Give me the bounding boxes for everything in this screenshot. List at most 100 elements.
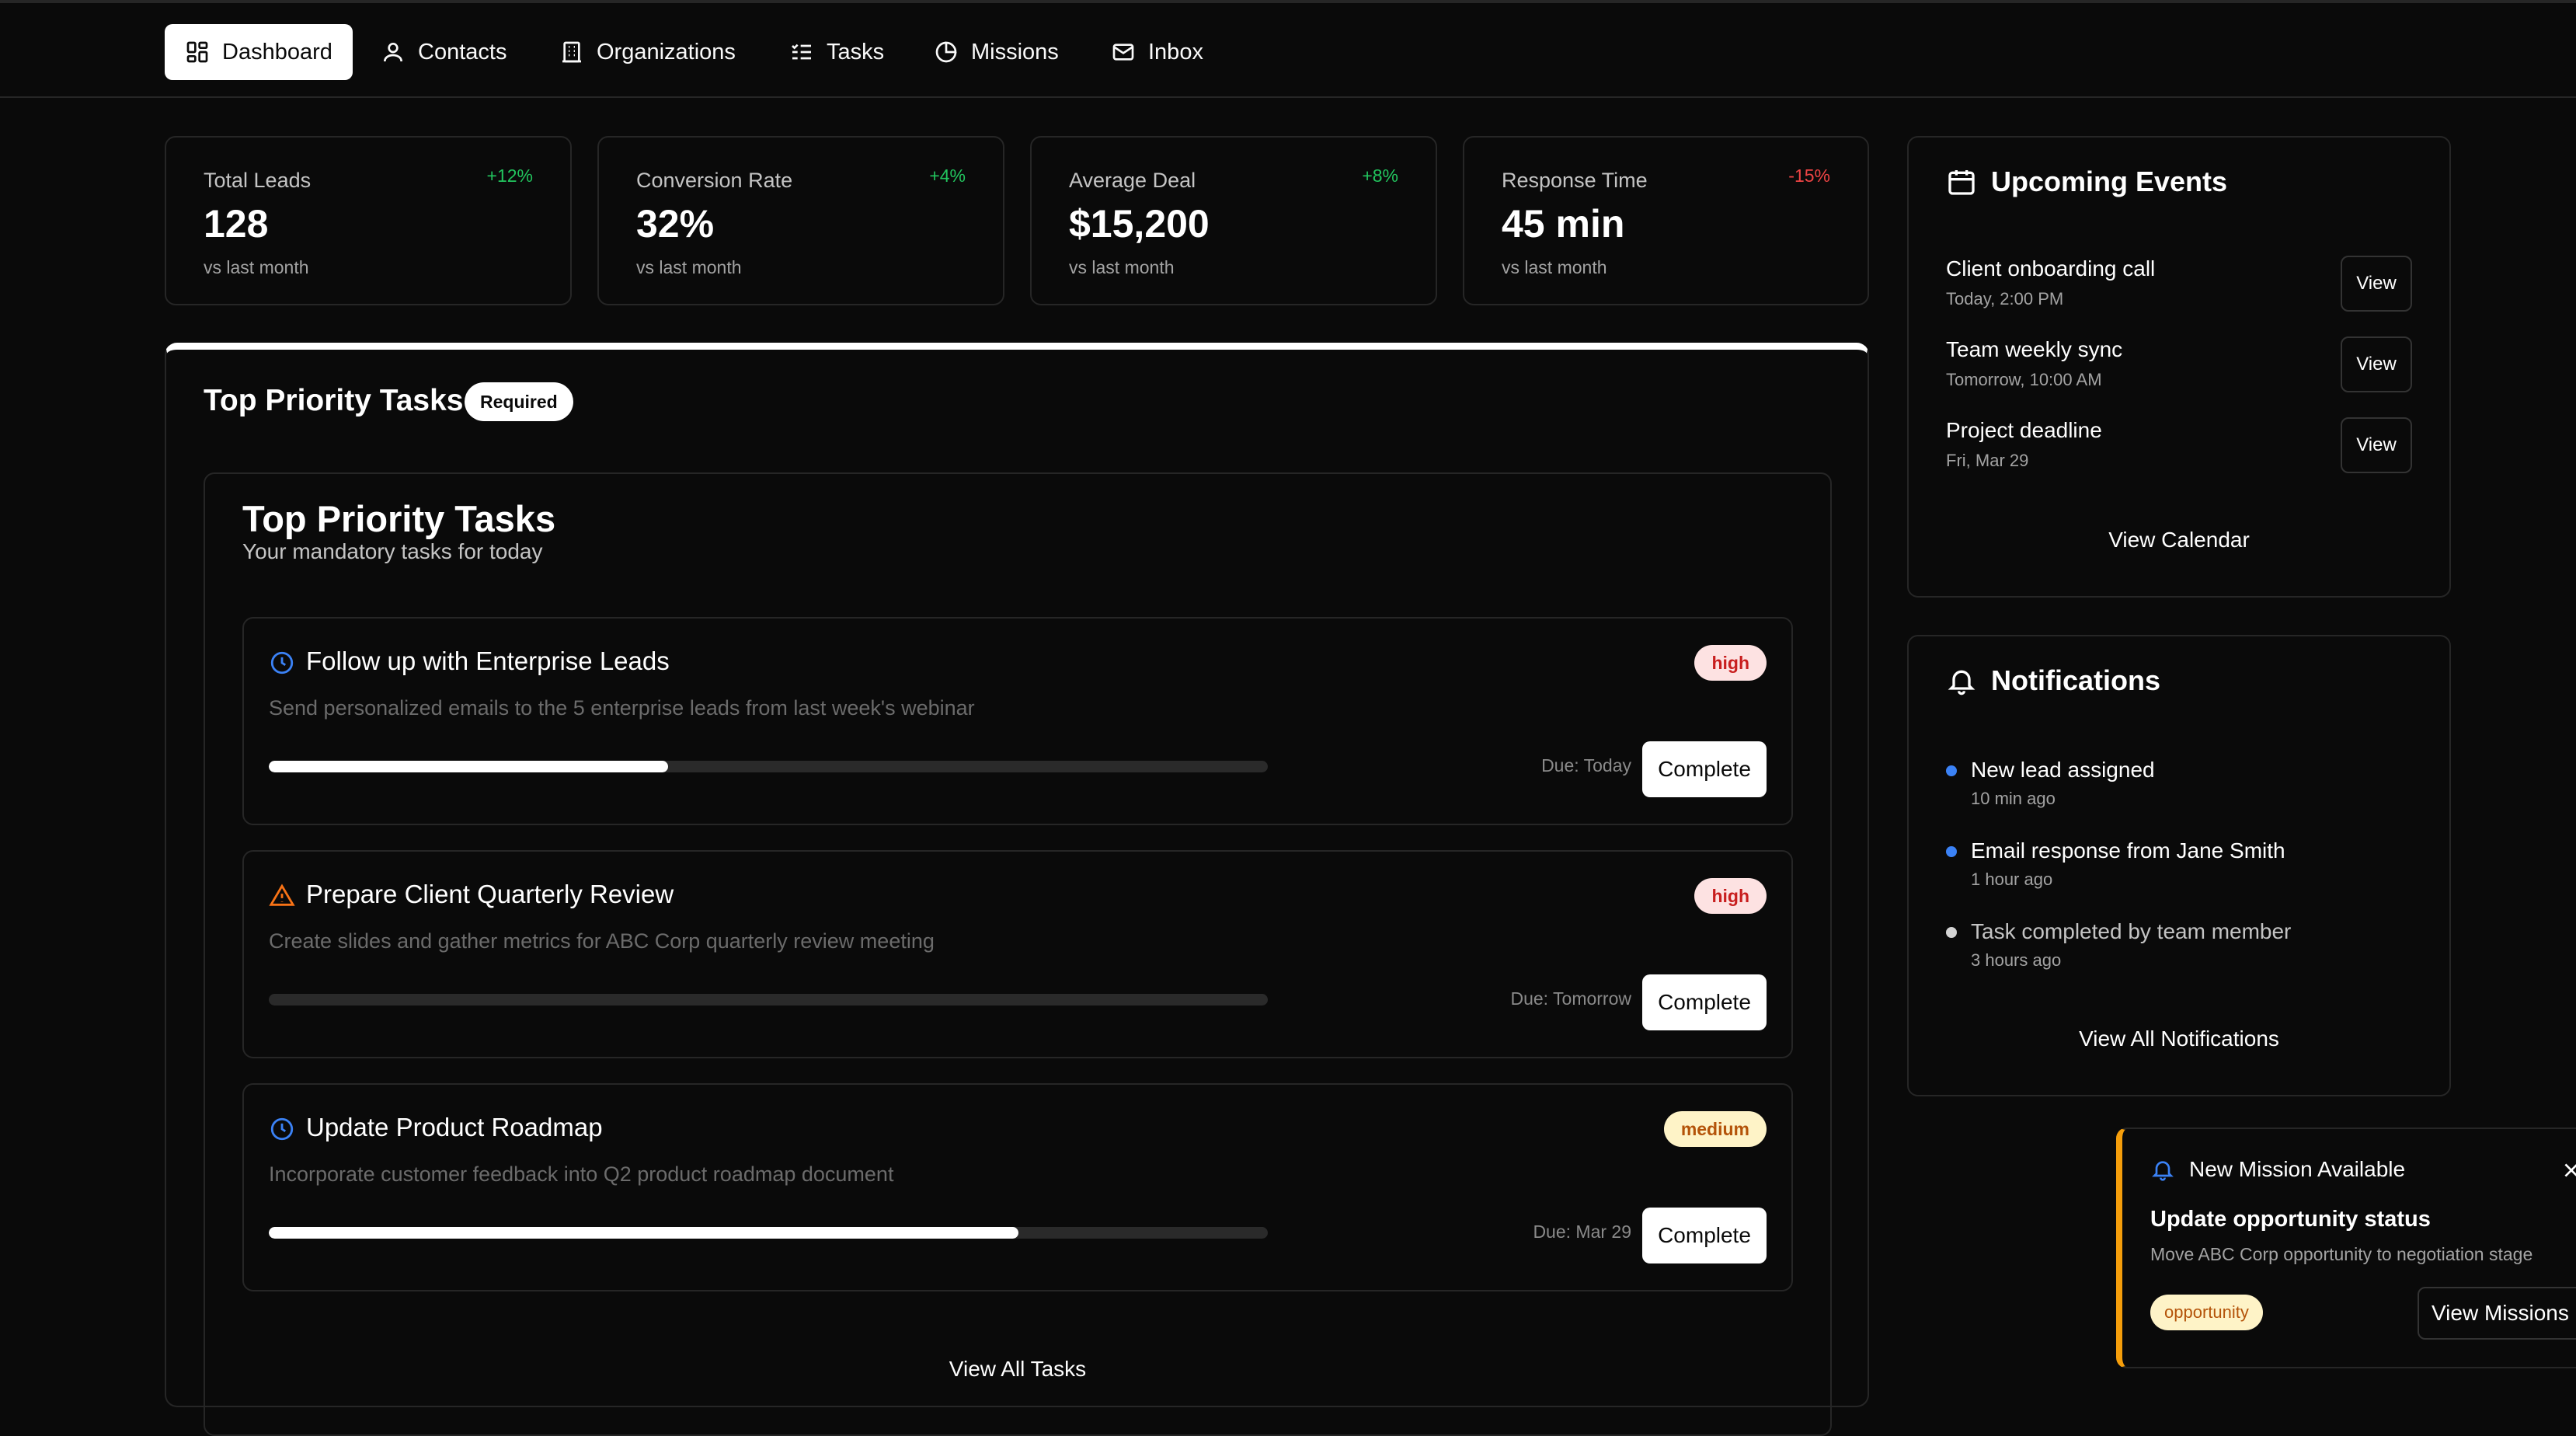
building-icon	[562, 41, 581, 63]
task-due-date: Due: Mar 29	[1533, 1222, 1631, 1242]
nav-organizations-label: Organizations	[597, 39, 736, 64]
notification-title: Task completed by team member	[1971, 919, 2292, 943]
priority-tasks-card: Top Priority Tasks Your mandatory tasks …	[204, 472, 1832, 1436]
user-icon	[384, 43, 402, 62]
upcoming-events-card: Upcoming Events Client onboarding call T…	[1907, 136, 2451, 598]
close-icon[interactable]	[2561, 1160, 2576, 1180]
stat-label: Conversion Rate	[636, 169, 793, 192]
toast-heading: New Mission Available	[2189, 1157, 2406, 1181]
stat-subtext: vs last month	[1502, 257, 1607, 277]
stat-delta: -15%	[1788, 166, 1830, 186]
priority-tasks-panel: Top Priority Tasks Required Top Priority…	[165, 343, 1869, 1436]
complete-button[interactable]: Complete	[1642, 1208, 1767, 1263]
unread-dot	[1946, 765, 1957, 776]
stat-label: Total Leads	[204, 169, 312, 192]
view-all-notifications-link[interactable]: View All Notifications	[1909, 1026, 2449, 1051]
nav-inbox[interactable]: Inbox	[1091, 24, 1224, 80]
required-badge: Required	[465, 382, 573, 421]
top-navigation: Dashboard Contacts Organizations Tasks M…	[0, 0, 2576, 98]
task-description: Incorporate customer feedback into Q2 pr…	[269, 1162, 894, 1186]
view-event-button[interactable]: View	[2341, 256, 2412, 312]
stat-value: 32%	[636, 202, 715, 246]
notifications-title: Notifications	[1991, 664, 2161, 696]
view-calendar-link[interactable]: View Calendar	[1909, 528, 2449, 552]
stat-delta: +12%	[486, 166, 533, 186]
task-item: Prepare Client Quarterly Review high Cre…	[242, 850, 1793, 1058]
nav-missions-label: Missions	[971, 39, 1059, 64]
view-event-button[interactable]: View	[2341, 417, 2412, 473]
toast-description: Move ABC Corp opportunity to negotiation…	[2150, 1244, 2533, 1264]
task-title: Update Product Roadmap	[306, 1113, 603, 1141]
nav-contacts-label: Contacts	[418, 39, 507, 64]
view-missions-button[interactable]: View Missions	[2418, 1287, 2576, 1340]
panel-title: Top Priority Tasks	[204, 384, 464, 417]
notification-time: 1 hour ago	[1971, 870, 2053, 889]
notification-time: 10 min ago	[1971, 789, 2056, 808]
view-all-tasks-link[interactable]: View All Tasks	[205, 1357, 1830, 1382]
task-description: Send personalized emails to the 5 enterp…	[269, 696, 975, 720]
notifications-header: Notifications	[1946, 664, 2160, 697]
task-item: Update Product Roadmap medium Incorporat…	[242, 1083, 1793, 1291]
stat-subtext: vs last month	[636, 257, 742, 277]
task-due-date: Due: Today	[1541, 755, 1631, 776]
list-check-icon	[792, 44, 811, 60]
view-event-button[interactable]: View	[2341, 336, 2412, 392]
notification-item[interactable]: Email response from Jane Smith 1 hour ag…	[1946, 838, 2412, 890]
stat-delta: +8%	[1362, 166, 1398, 186]
task-progress-fill	[269, 761, 669, 772]
card-subtitle: Your mandatory tasks for today	[242, 539, 543, 563]
notification-time: 3 hours ago	[1971, 950, 2062, 970]
stat-value: 128	[204, 202, 269, 246]
notification-title: New lead assigned	[1971, 758, 2155, 782]
task-progress-fill	[269, 1227, 1018, 1239]
task-title: Follow up with Enterprise Leads	[306, 647, 670, 675]
stat-card-total-leads: Total Leads +12% 128 vs last month	[165, 136, 572, 305]
stat-value: 45 min	[1502, 202, 1625, 246]
bell-icon	[1948, 670, 1976, 695]
notifications-card: Notifications New lead assigned 10 min a…	[1907, 635, 2451, 1096]
task-item: Follow up with Enterprise Leads high Sen…	[242, 617, 1793, 825]
task-title: Prepare Client Quarterly Review	[306, 880, 674, 908]
warning-icon	[269, 884, 295, 906]
stat-label: Average Deal	[1069, 169, 1196, 192]
stat-card-conversion-rate: Conversion Rate +4% 32% vs last month	[597, 136, 1004, 305]
stat-label: Response Time	[1502, 169, 1648, 192]
nav-organizations[interactable]: Organizations	[539, 24, 756, 80]
notification-title: Email response from Jane Smith	[1971, 838, 2285, 863]
mission-tag: opportunity	[2150, 1295, 2263, 1330]
clock-icon	[270, 1117, 294, 1141]
mission-toast: New Mission Available Update opportunity…	[2116, 1128, 2576, 1368]
priority-badge: high	[1694, 645, 1767, 681]
task-progress-bar	[269, 761, 1268, 772]
stat-card-average-deal: Average Deal +8% $15,200 vs last month	[1030, 136, 1437, 305]
notification-item[interactable]: Task completed by team member 3 hours ag…	[1946, 919, 2412, 971]
events-header: Upcoming Events	[1946, 166, 2227, 198]
nav-missions[interactable]: Missions	[914, 24, 1079, 80]
card-title: Top Priority Tasks	[242, 498, 556, 539]
nav-dashboard[interactable]: Dashboard	[165, 24, 353, 80]
toast-header: New Mission Available	[2150, 1157, 2405, 1182]
complete-button[interactable]: Complete	[1642, 741, 1767, 797]
nav-inbox-label: Inbox	[1148, 39, 1203, 64]
bell-icon	[2152, 1161, 2174, 1181]
nav-contacts[interactable]: Contacts	[360, 24, 527, 80]
task-description: Create slides and gather metrics for ABC…	[269, 929, 935, 953]
calendar-icon	[1948, 170, 1975, 195]
priority-badge: high	[1694, 878, 1767, 914]
mail-icon	[1112, 44, 1134, 61]
events-title: Upcoming Events	[1991, 166, 2228, 197]
task-progress-bar	[269, 994, 1268, 1006]
task-progress-bar	[269, 1227, 1268, 1239]
unread-dot	[1946, 846, 1957, 857]
complete-button[interactable]: Complete	[1642, 974, 1767, 1030]
nav-tasks[interactable]: Tasks	[769, 24, 904, 80]
dashboard-icon	[186, 41, 208, 63]
notification-item[interactable]: New lead assigned 10 min ago	[1946, 758, 2412, 809]
stat-delta: +4%	[929, 166, 966, 186]
read-dot	[1946, 927, 1957, 938]
toast-title: Update opportunity status	[2150, 1207, 2431, 1232]
task-due-date: Due: Tomorrow	[1510, 988, 1631, 1009]
stat-value: $15,200	[1069, 202, 1210, 246]
stat-subtext: vs last month	[204, 257, 309, 277]
nav-tasks-label: Tasks	[827, 39, 885, 64]
